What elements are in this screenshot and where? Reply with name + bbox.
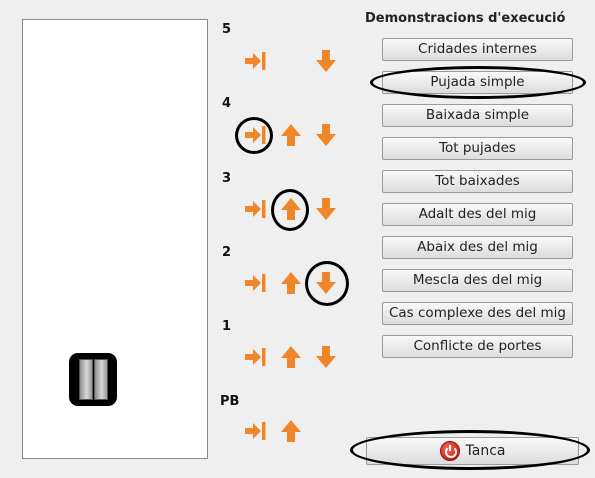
floor-label-2: 2 — [222, 245, 232, 260]
arrow-to-bar-icon[interactable] — [243, 344, 269, 370]
floor-label-1: 1 — [222, 319, 232, 334]
highlight-circle-tanca — [350, 430, 590, 470]
demo-button-tot-pujades[interactable]: Tot pujades — [382, 137, 573, 160]
floor-label-5: 5 — [222, 22, 232, 37]
up-arrow-icon[interactable] — [278, 122, 304, 148]
arrow-to-bar-icon[interactable] — [243, 196, 269, 222]
floor-label-3: 3 — [222, 171, 232, 186]
up-arrow-icon[interactable] — [278, 270, 304, 296]
floor-label-pb: PB — [220, 394, 240, 409]
demo-button-mescla-des-del-mig[interactable]: Mescla des del mig — [382, 269, 573, 292]
highlight-circle-floor3-up — [271, 189, 309, 231]
highlight-circle-pujada-simple — [370, 66, 586, 99]
arrow-to-bar-icon[interactable] — [243, 270, 269, 296]
demo-button-adalt-des-del-mig[interactable]: Adalt des del mig — [382, 203, 573, 226]
arrow-to-bar-icon[interactable] — [243, 418, 269, 444]
demo-button-abaix-des-del-mig[interactable]: Abaix des del mig — [382, 236, 573, 259]
highlight-circle-floor4-call — [235, 117, 273, 154]
down-arrow-icon[interactable] — [313, 344, 339, 370]
down-arrow-icon[interactable] — [313, 122, 339, 148]
demo-button-cas-complexe[interactable]: Cas complexe des del mig — [382, 302, 573, 325]
arrow-to-bar-icon[interactable] — [243, 48, 269, 74]
demo-button-conflicte-de-portes[interactable]: Conflicte de portes — [382, 335, 573, 358]
down-arrow-icon[interactable] — [313, 196, 339, 222]
down-arrow-icon[interactable] — [313, 48, 339, 74]
up-arrow-icon[interactable] — [278, 418, 304, 444]
up-arrow-icon[interactable] — [278, 344, 304, 370]
highlight-circle-cabin — [85, 368, 149, 432]
highlight-circle-floor2-down — [305, 261, 349, 306]
floor-label-4: 4 — [222, 96, 232, 111]
demo-button-tot-baixades[interactable]: Tot baixades — [382, 170, 573, 193]
demo-button-cridades-internes[interactable]: Cridades internes — [382, 38, 573, 61]
demo-button-baixada-simple[interactable]: Baixada simple — [382, 104, 573, 127]
demonstrations-title: Demonstracions d'execució — [365, 11, 566, 26]
